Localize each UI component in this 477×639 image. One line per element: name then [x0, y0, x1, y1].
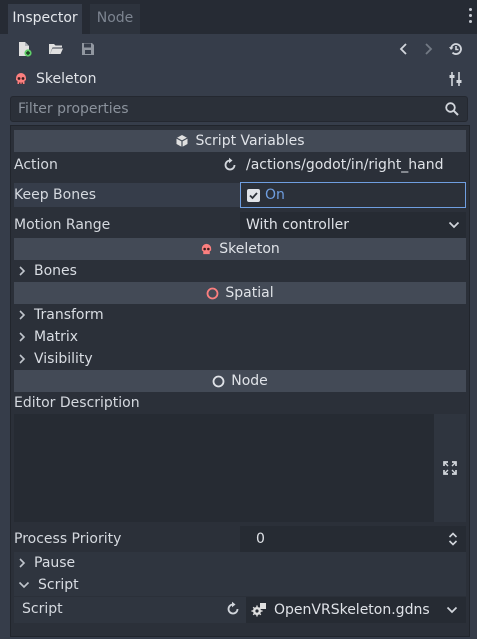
tab-inspector[interactable]: Inspector	[8, 4, 82, 34]
revert-action-button[interactable]	[222, 157, 238, 173]
motion-range-dropdown[interactable]: With controller	[240, 212, 466, 238]
property-tools-button[interactable]	[448, 70, 464, 88]
expand-icon	[443, 461, 457, 475]
section-title: Skeleton	[219, 241, 280, 257]
history-forward-button[interactable]	[417, 38, 439, 60]
chevron-down-icon	[446, 606, 458, 614]
property-label-action: Action	[14, 157, 58, 173]
group-label: Matrix	[34, 329, 79, 345]
spinbox-arrows-icon[interactable]	[448, 531, 458, 547]
chevron-right-icon	[425, 43, 433, 55]
object-history-button[interactable]	[445, 38, 467, 60]
motion-range-value: With controller	[246, 217, 350, 233]
filter-properties-input[interactable]	[11, 97, 431, 121]
node-icon	[212, 375, 225, 387]
keep-bones-value: On	[265, 187, 285, 203]
group-pause[interactable]: Pause	[18, 552, 75, 574]
chevron-right-icon	[19, 310, 26, 320]
native-script-icon	[251, 603, 266, 617]
section-title: Node	[231, 373, 268, 389]
filter-properties-field[interactable]	[10, 96, 468, 122]
section-title: Script Variables	[195, 133, 305, 149]
property-label-script: Script	[22, 601, 63, 617]
group-label: Script	[38, 577, 79, 593]
tools-icon	[449, 72, 462, 86]
history-back-button[interactable]	[393, 38, 415, 60]
save-icon	[82, 43, 94, 55]
chevron-left-icon	[399, 43, 407, 55]
chevron-right-icon	[19, 558, 26, 568]
script-row-bg	[14, 574, 466, 596]
chevron-down-icon	[448, 221, 460, 229]
reload-icon	[224, 157, 236, 171]
dock-menu-icon[interactable]	[468, 8, 474, 26]
skeleton-icon	[202, 243, 212, 254]
chevron-right-icon	[19, 332, 26, 342]
chevron-down-icon	[18, 581, 30, 589]
section-spatial: Spatial	[14, 282, 466, 304]
action-value: /actions/godot/in/right_hand	[246, 157, 444, 173]
spatial-icon	[206, 287, 219, 299]
skeleton-icon	[16, 73, 26, 84]
selected-node-header: Skeleton	[14, 68, 97, 90]
reload-icon	[227, 601, 239, 615]
script-resource-picker[interactable]: OpenVRSkeleton.gdns	[246, 597, 466, 623]
group-transform[interactable]: Transform	[18, 304, 104, 326]
keep-bones-checkbox[interactable]: On	[240, 182, 466, 208]
group-visibility[interactable]: Visibility	[18, 348, 93, 370]
action-value-field[interactable]: /actions/godot/in/right_hand	[244, 153, 466, 177]
property-label-keep-bones: Keep Bones	[14, 187, 96, 203]
group-label: Pause	[34, 555, 76, 571]
pause-row-bg	[14, 552, 466, 574]
open-resource-button[interactable]	[45, 38, 67, 60]
new-file-icon	[19, 42, 32, 57]
group-label: Transform	[34, 307, 104, 323]
property-label-editor-description: Editor Description	[14, 395, 140, 411]
tab-node[interactable]: Node	[90, 4, 140, 34]
group-label: Bones	[34, 263, 77, 279]
property-label-process-priority: Process Priority	[14, 531, 122, 547]
section-title: Spatial	[225, 285, 274, 301]
chevron-right-icon	[19, 354, 26, 364]
revert-script-button[interactable]	[225, 601, 241, 617]
expand-text-editor-button[interactable]	[434, 414, 466, 522]
save-resource-button[interactable]	[77, 38, 99, 60]
folder-open-icon	[49, 44, 63, 54]
chevron-right-icon	[19, 266, 26, 276]
group-label: Visibility	[34, 351, 93, 367]
group-script[interactable]: Script	[18, 574, 79, 596]
selected-node-name: Skeleton	[36, 71, 97, 87]
script-value: OpenVRSkeleton.gdns	[274, 602, 430, 618]
cube-icon	[176, 135, 189, 147]
process-priority-spinbox[interactable]: 0	[240, 526, 466, 552]
history-icon	[449, 43, 462, 55]
group-bones[interactable]: Bones	[18, 260, 77, 282]
section-script-variables: Script Variables	[14, 130, 466, 152]
section-node: Node	[14, 370, 466, 392]
section-skeleton: Skeleton	[14, 238, 466, 260]
process-priority-value: 0	[256, 531, 265, 547]
checkbox-checked-icon	[247, 189, 260, 202]
group-matrix[interactable]: Matrix	[18, 326, 78, 348]
search-icon	[445, 102, 459, 116]
editor-description-textarea[interactable]	[14, 414, 434, 522]
new-resource-button[interactable]	[13, 38, 35, 60]
property-label-motion-range: Motion Range	[14, 217, 111, 233]
